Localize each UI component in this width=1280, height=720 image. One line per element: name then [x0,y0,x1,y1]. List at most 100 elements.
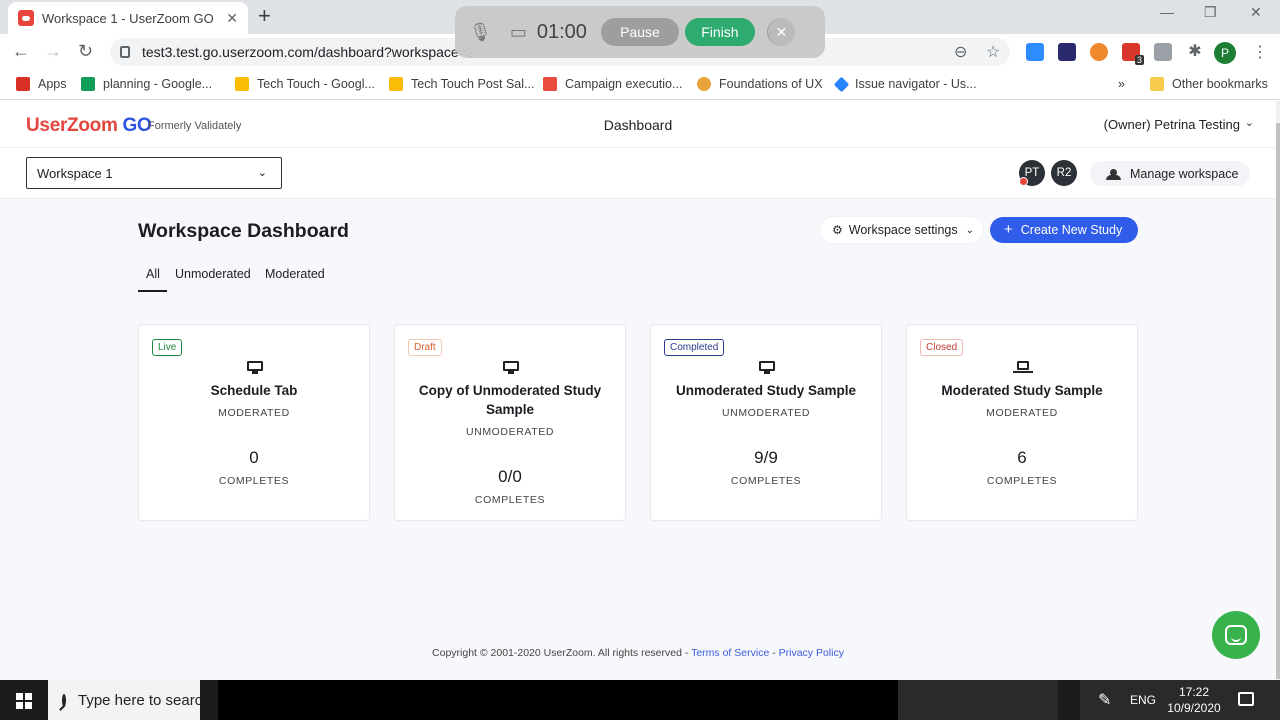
bookmark-star-icon[interactable]: ☆ [986,42,1000,62]
taskbar-search[interactable]: Type here to search [48,680,200,720]
zoom-icon[interactable]: ⊖ [954,42,967,62]
desktop-icon [503,361,519,374]
bookmark-label: Tech Touch - Googl... [257,77,375,91]
google-sheets-icon [81,77,95,91]
url-text: test3.test.go.userzoom.com/dashboard?wor… [142,44,472,60]
avatar-pt[interactable]: PT [1019,160,1045,186]
workspace-settings-button[interactable]: ⚙ Workspace settings ⌄ [820,217,983,243]
briefcase-extension-icon[interactable] [1154,43,1172,61]
bookmark-tech-touch-post[interactable]: Tech Touch Post Sal... [389,77,534,91]
restore-icon[interactable]: ❐ [1204,4,1217,21]
chevron-down-icon[interactable]: ⌄ [1245,116,1254,129]
bookmarks-bar: Apps planning - Google... Tech Touch - G… [0,70,1280,100]
user-menu[interactable]: (Owner) Petrina Testing [1104,117,1240,132]
bookmark-label: Tech Touch Post Sal... [411,77,535,91]
recording-timer: 01:00 [536,20,587,43]
avatar-r2[interactable]: R2 [1051,160,1077,186]
study-card[interactable]: Live Schedule Tab MODERATED 0 COMPLETES [138,324,370,521]
bookmark-foundations-ux[interactable]: Foundations of UX [697,77,823,91]
pause-button[interactable]: Pause [600,18,679,46]
completes-label: COMPLETES [730,475,802,487]
study-type: UNMODERATED [721,407,811,419]
record-extension-icon[interactable]: 3 [1122,43,1144,65]
chat-launcher-button[interactable] [1212,611,1260,659]
clock[interactable]: 17:22 10/9/2020 [1164,684,1224,716]
status-badge: Completed [664,339,725,356]
bookmark-campaign[interactable]: Campaign executio... [543,77,682,91]
camera-off-icon[interactable]: ▭ [510,22,527,43]
completes-count: 9/9 [754,448,778,467]
tab-moderated[interactable]: Moderated [265,267,325,281]
userzoom-favicon-icon [18,10,34,26]
bookmark-label: Issue navigator - Us... [855,77,977,91]
footer-separator: - [769,647,779,659]
pen-icon[interactable]: ✎ [1098,690,1111,710]
scrollbar-thumb[interactable] [1276,123,1280,679]
completes-count: 0/0 [498,467,522,486]
windows-start-icon[interactable] [16,693,32,709]
completes-label: COMPLETES [218,475,290,487]
bookmark-tech-touch[interactable]: Tech Touch - Googl... [235,77,375,91]
completes-count: 6 [1017,448,1027,467]
study-type: UNMODERATED [465,426,555,438]
puzzle-extensions-icon[interactable]: ✱ [1186,43,1204,61]
jira-icon [833,76,850,92]
bookmark-apps[interactable]: Apps [16,77,67,91]
study-type: MODERATED [986,407,1058,419]
manage-workspace-button[interactable]: Manage workspace [1090,161,1250,186]
bookmark-issue-navigator[interactable]: Issue navigator - Us... [833,76,977,92]
lock-icon [120,46,130,58]
status-badge: Live [152,339,183,356]
tab-unmoderated[interactable]: Unmoderated [175,267,251,281]
close-tab-icon[interactable]: ✕ [226,10,238,27]
study-card[interactable]: Draft Copy of Unmoderated Study Sample U… [394,324,626,521]
back-icon[interactable]: ← [12,41,30,62]
status-dot [1019,177,1028,186]
create-new-study-button[interactable]: + Create New Study [990,217,1138,243]
close-recorder-icon[interactable]: ✕ [766,18,795,46]
status-badge: Draft [408,339,442,356]
study-card[interactable]: Closed Moderated Study Sample MODERATED … [906,324,1138,521]
folder-icon [1150,77,1164,91]
profile-avatar[interactable]: P [1214,42,1236,64]
dashboard-main: Workspace Dashboard ⚙ Workspace settings… [0,199,1276,680]
browser-menu-icon[interactable]: ⋮ [1252,42,1268,62]
apps-grid-icon [16,77,30,91]
browser-tab[interactable]: Workspace 1 - UserZoom GO ✕ [8,2,248,34]
taskbar-search-placeholder: Type here to search [78,691,200,709]
fox-extension-icon[interactable] [1090,43,1108,61]
finish-button[interactable]: Finish [684,18,755,46]
completes-label: COMPLETES [986,475,1058,487]
people-icon [1106,168,1122,180]
mic-muted-icon[interactable]: 🎙 [469,22,492,43]
windows-taskbar: Type here to search ✎ ENG 17:22 10/9/202… [0,680,1280,720]
monday-icon [543,77,557,91]
new-tab-icon[interactable]: + [258,5,271,27]
minimize-icon[interactable]: — [1160,4,1174,20]
notifications-icon[interactable] [1238,692,1254,706]
more-bookmarks-icon[interactable]: » [1118,77,1125,91]
forward-icon[interactable]: → [44,41,62,62]
chat-icon [1225,625,1247,645]
window-close-icon[interactable]: ✕ [1250,4,1262,21]
study-title: Moderated Study Sample [941,383,1103,398]
privacy-policy-link[interactable]: Privacy Policy [779,647,844,659]
other-bookmarks[interactable]: Other bookmarks [1150,77,1268,91]
clock-date: 10/9/2020 [1167,701,1221,715]
language-indicator[interactable]: ENG [1130,693,1156,707]
terms-of-service-link[interactable]: Terms of Service [691,647,769,659]
zoom-extension-icon[interactable] [1026,43,1044,61]
tab-all[interactable]: All [146,267,160,281]
reload-icon[interactable]: ↻ [78,41,93,62]
bookmark-planning[interactable]: planning - Google... [81,77,212,91]
google-drive-icon [235,77,249,91]
bookmark-label: Campaign executio... [565,77,683,91]
completes-count: 0 [249,448,259,467]
workspace-select[interactable]: Workspace 1 ⌄ [26,157,282,189]
workspace-settings-label: Workspace settings [848,223,958,237]
study-card[interactable]: Completed Unmoderated Study Sample UNMOD… [650,324,882,521]
page-scrollbar[interactable] [1276,101,1280,680]
workspace-bar: Workspace 1 ⌄ PT R2 Manage workspace [0,148,1276,199]
w-extension-icon[interactable] [1058,43,1076,61]
study-type: MODERATED [218,407,290,419]
